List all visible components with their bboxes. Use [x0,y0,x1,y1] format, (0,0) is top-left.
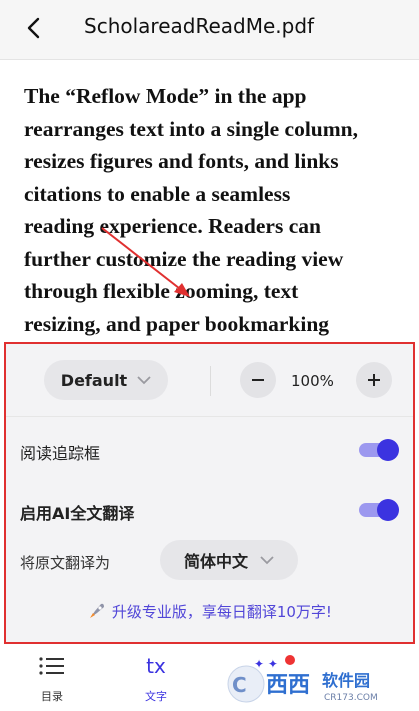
top-bar: ScholareadReadMe.pdf [0,0,419,60]
ai-translate-toggle[interactable] [359,499,399,521]
zoom-level: 100% [291,372,334,390]
watermark-logo: ✦ ✦ C 西西 软件园 CR173.COM [227,655,378,703]
reading-mode-value: Default [60,370,128,390]
svg-text:C: C [232,673,247,697]
document-line: The “Reflow Mode” in the app [24,84,307,108]
reading-mode-dropdown[interactable]: Default [44,360,168,400]
chevron-down-icon [137,376,151,385]
nav-item-text[interactable]: tx 文字 [126,652,186,704]
zoom-in-button[interactable] [356,362,392,398]
svg-text:✦ ✦: ✦ ✦ [254,657,278,671]
document-title: ScholareadReadMe.pdf [84,14,315,38]
view-controls-row: Default 100% [6,344,413,417]
upgrade-link[interactable]: 升级专业版，享每日翻译10万字! [6,601,413,622]
chevron-down-icon [260,556,274,565]
document-line: reading experience. Readers can [24,214,321,238]
rocket-icon [90,603,105,618]
plus-icon [368,374,380,386]
chevron-left-icon [27,17,40,39]
minus-icon [252,379,264,381]
svg-text:西西: 西西 [266,673,310,698]
reading-tracker-row: 阅读追踪框 [6,436,413,466]
svg-text:软件园: 软件园 [322,671,370,690]
document-line: through flexible zooming, text [24,279,299,303]
nav-label: 目录 [41,690,63,703]
reading-settings-panel: Default 100% 阅读追踪框 启用AI全文翻译 将原文翻译为 简体中文 … [4,342,415,644]
ai-translate-row: 启用AI全文翻译 [6,496,413,526]
target-language-dropdown[interactable]: 简体中文 [160,540,298,580]
ai-translate-label: 启用AI全文翻译 [20,504,135,523]
document-line: resizing, and paper bookmarking [24,311,330,336]
svg-text:CR173.COM: CR173.COM [324,693,378,703]
document-line: resizes figures and fonts, and links [24,149,339,173]
text-tx-icon: tx [146,654,166,678]
translate-to-label: 将原文翻译为 [20,554,111,572]
upgrade-text: 升级专业版，享每日翻译10万字! [111,603,332,621]
nav-label: 文字 [145,690,167,703]
zoom-out-button[interactable] [240,362,276,398]
document-line: rearranges text into a single column, [24,116,359,141]
reading-tracker-toggle[interactable] [359,439,399,461]
reading-tracker-label: 阅读追踪框 [20,444,101,463]
toggle-knob [377,499,399,521]
nav-item-contents[interactable]: 目录 [22,652,82,704]
document-content: The “Reflow Mode” in the app rearranges … [24,80,404,340]
back-button[interactable] [20,14,48,42]
document-line: citations to enable a seamless [24,181,291,206]
target-language-value: 简体中文 [183,552,248,571]
list-icon [39,657,64,675]
divider [210,366,211,396]
toggle-knob [377,439,399,461]
document-line: further customize the reading view [24,246,344,271]
